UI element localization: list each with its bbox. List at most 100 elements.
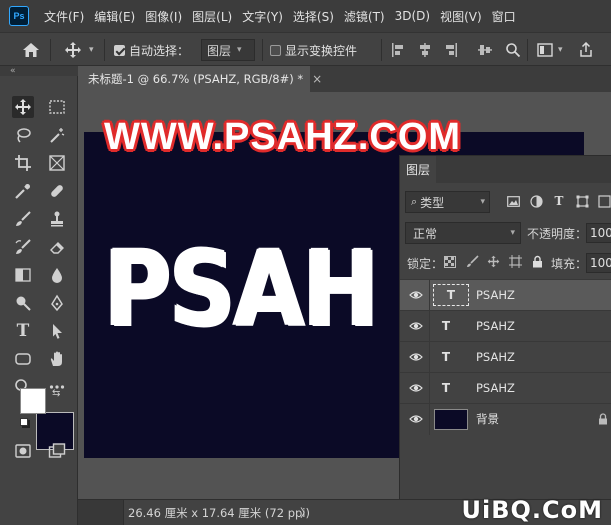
eye-icon — [409, 353, 423, 361]
layer-row-background[interactable]: 背景 — [400, 403, 611, 435]
healing-brush-tool-icon[interactable] — [46, 180, 68, 202]
lock-icon[interactable] — [598, 413, 608, 425]
tab-layers[interactable]: 图层 — [400, 156, 436, 183]
menu-edit[interactable]: 编辑(E) — [89, 8, 140, 25]
lock-image-icon[interactable] — [466, 255, 479, 271]
align-left-icon[interactable] — [391, 33, 405, 67]
layer-row[interactable]: T PSAHZ — [400, 310, 611, 342]
menu-select[interactable]: 选择(S) — [288, 8, 339, 25]
opacity-input[interactable]: 100% — [586, 223, 611, 243]
lock-artboard-icon[interactable] — [509, 255, 522, 271]
history-brush-tool-icon[interactable] — [12, 236, 34, 258]
workspace-icon[interactable] — [537, 33, 553, 67]
tools-panel: T ⇆ — [0, 76, 78, 525]
shape-tool-icon[interactable] — [12, 348, 34, 370]
watermark-top: WWW.PSAHZ.COM — [104, 116, 462, 158]
filter-type-icon[interactable]: T — [551, 193, 567, 209]
show-transform-label: 显示变换控件 — [285, 43, 358, 58]
auto-select-checkbox[interactable]: 自动选择： — [114, 33, 189, 67]
layer-name: 背景 — [476, 412, 499, 426]
crop-tool-icon[interactable] — [12, 152, 34, 174]
layer-visibility-toggle[interactable] — [400, 280, 430, 311]
lock-all-icon[interactable] — [532, 255, 543, 271]
filter-smart-object-icon[interactable] — [596, 193, 611, 209]
filter-adjustment-icon[interactable] — [528, 193, 544, 209]
layer-row[interactable]: T PSAHZ — [400, 341, 611, 373]
blend-mode-dropdown[interactable]: 正常 ▾ — [405, 222, 521, 244]
status-menu-arrow-icon[interactable]: 〉 — [300, 500, 312, 525]
search-icon[interactable] — [505, 33, 521, 67]
filter-pixel-icon[interactable] — [505, 193, 521, 209]
auto-select-target-dropdown[interactable]: 图层 ▾ — [201, 39, 255, 61]
show-transform-checkbox[interactable]: 显示变换控件 — [270, 33, 357, 67]
lock-transparent-icon[interactable] — [444, 256, 456, 271]
lasso-tool-icon[interactable] — [12, 124, 34, 146]
type-tool-icon[interactable]: T — [12, 320, 34, 342]
blur-tool-icon[interactable] — [46, 264, 68, 286]
layer-filter-value: 类型 — [420, 195, 445, 210]
zoom-field[interactable] — [78, 500, 124, 525]
brush-tool-icon[interactable] — [12, 208, 34, 230]
align-vertical-center-icon[interactable] — [477, 33, 493, 67]
menu-3d[interactable]: 3D(D) — [390, 9, 435, 23]
layer-visibility-toggle[interactable] — [400, 342, 430, 373]
toolbar-collapse-button[interactable]: « — [0, 66, 78, 76]
share-icon[interactable] — [579, 33, 593, 67]
foreground-color-swatch[interactable] — [20, 388, 46, 414]
menu-view[interactable]: 视图(V) — [435, 8, 487, 25]
layer-filter-dropdown[interactable]: ⌕ 类型 ▾ — [405, 191, 490, 213]
layer-filter-row: ⌕ 类型 ▾ T — [400, 187, 611, 217]
filter-shape-icon[interactable] — [574, 193, 590, 209]
menu-window[interactable]: 窗口 — [487, 8, 521, 25]
layer-visibility-toggle[interactable] — [400, 311, 430, 342]
document-tab-title: 未标题-1 @ 66.7% (PSAHZ, RGB/8#) * — [88, 72, 304, 86]
default-colors-icon[interactable] — [20, 418, 28, 426]
options-bar: ▾ 自动选择： 图层 ▾ 显示变换控件 ▾ — [0, 32, 611, 66]
pen-tool-icon[interactable] — [46, 292, 68, 314]
hand-tool-icon[interactable] — [46, 348, 68, 370]
layer-name: PSAHZ — [476, 319, 515, 333]
layer-row[interactable]: T PSAHZ — [400, 279, 611, 311]
close-icon[interactable]: × — [312, 72, 322, 86]
checkbox-unchecked-icon — [270, 44, 281, 56]
blend-mode-value: 正常 — [413, 226, 438, 241]
align-center-icon[interactable] — [418, 33, 432, 67]
gradient-tool-icon[interactable] — [12, 264, 34, 286]
photoshop-logo-icon[interactable]: Ps — [9, 6, 29, 26]
dodge-tool-icon[interactable] — [12, 292, 34, 314]
eye-icon — [409, 322, 423, 330]
chevron-down-icon[interactable]: ▾ — [558, 33, 563, 67]
home-icon[interactable] — [22, 33, 40, 67]
menu-filter[interactable]: 滤镜(T) — [339, 8, 390, 25]
fill-label: 填充： — [551, 257, 588, 271]
text-layer-thumbnail-icon: T — [433, 284, 469, 306]
eye-icon — [409, 291, 423, 299]
move-tool-icon[interactable] — [12, 96, 34, 118]
marquee-tool-icon[interactable] — [46, 96, 68, 118]
eraser-tool-icon[interactable] — [46, 236, 68, 258]
layer-row[interactable]: T PSAHZ — [400, 372, 611, 404]
screen-mode-icon[interactable] — [46, 440, 68, 462]
fill-input[interactable]: 100% — [586, 253, 611, 273]
swap-colors-icon[interactable]: ⇆ — [52, 388, 60, 399]
align-right-icon[interactable] — [444, 33, 458, 67]
document-tab[interactable]: 未标题-1 @ 66.7% (PSAHZ, RGB/8#) * × — [78, 66, 322, 92]
frame-tool-icon[interactable] — [46, 152, 68, 174]
menu-layer[interactable]: 图层(L) — [187, 8, 237, 25]
menu-type[interactable]: 文字(Y) — [237, 8, 288, 25]
magic-wand-tool-icon[interactable] — [46, 124, 68, 146]
lock-position-icon[interactable] — [487, 255, 500, 271]
move-tool-preset-icon[interactable] — [64, 33, 82, 67]
layer-visibility-toggle[interactable] — [400, 373, 430, 404]
path-selection-tool-icon[interactable] — [46, 320, 68, 342]
menu-file[interactable]: 文件(F) — [39, 8, 89, 25]
document-tab-row: 未标题-1 @ 66.7% (PSAHZ, RGB/8#) * × — [78, 66, 611, 92]
search-icon: ⌕ — [411, 195, 418, 208]
layer-visibility-toggle[interactable] — [400, 404, 430, 435]
eyedropper-tool-icon[interactable] — [12, 180, 34, 202]
quick-mask-icon[interactable] — [12, 440, 34, 462]
chevron-down-icon[interactable]: ▾ — [89, 33, 94, 67]
stamp-tool-icon[interactable] — [46, 208, 68, 230]
auto-select-target-value: 图层 — [207, 43, 232, 58]
menu-image[interactable]: 图像(I) — [140, 8, 187, 25]
